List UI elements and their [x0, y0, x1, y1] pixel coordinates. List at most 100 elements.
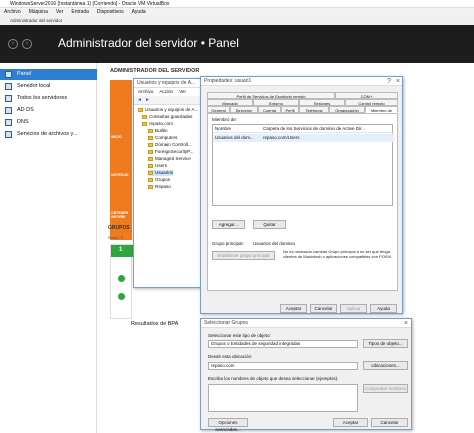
tab-miembro-de[interactable]: Miembro de	[365, 106, 398, 113]
sidebar-item-servidor-local[interactable]: Servidor local	[0, 81, 97, 92]
folder-icon	[148, 156, 153, 161]
primary-group-value: Usuarios del dominio	[253, 241, 296, 246]
set-primary-group-button[interactable]: Establecer grupo principal	[212, 251, 275, 260]
list-header: Nombre Carpeta de los Servicios de domin…	[213, 125, 394, 133]
tree-item[interactable]: Usuarios y equipos de A...	[138, 107, 198, 113]
sidebar-item-panel[interactable]: Panel	[0, 69, 97, 80]
member-of-label: Miembro de:	[212, 117, 238, 122]
quick-start-label: INICIO	[111, 135, 122, 139]
status-ok-icon	[118, 275, 125, 282]
tab-com[interactable]: COM+	[335, 92, 398, 99]
folder-icon	[148, 170, 153, 175]
tab-organizacion[interactable]: Organización	[329, 106, 365, 113]
dashboard-title: ADMINISTRADOR DEL SERVIDOR	[110, 68, 200, 74]
folder-icon	[148, 177, 153, 182]
tree-item[interactable]: Builtin	[148, 128, 168, 134]
groups-title: GRUPOS	[108, 225, 130, 231]
column-name[interactable]: Nombre	[215, 126, 231, 131]
dns-icon	[5, 119, 12, 126]
sidebar: Panel Servidor local Todos los servidore…	[0, 63, 97, 433]
dashboard-icon	[5, 71, 12, 78]
object-type-label: Seleccionar este tipo de objeto:	[208, 333, 271, 338]
back-icon[interactable]: ‹	[8, 39, 18, 49]
forward-arrow-icon[interactable]: ►	[145, 97, 150, 103]
virtualbox-title-bar: WindowsServer2016 (Instantánea 1) [Corri…	[0, 0, 474, 8]
ok-button[interactable]: Aceptar	[280, 304, 307, 313]
tab-control-remoto[interactable]: Control remoto	[345, 99, 398, 106]
close-icon[interactable]: ×	[404, 319, 408, 328]
add-button[interactable]: Agregar...	[212, 220, 245, 229]
help-icon[interactable]: ?	[387, 77, 391, 86]
vbox-menu-ver[interactable]: Ver	[55, 8, 65, 17]
tab-direccion[interactable]: Dirección	[230, 106, 258, 113]
tree-item[interactable]: Usuarios	[148, 170, 174, 176]
tree-item[interactable]: Users	[148, 163, 167, 169]
sidebar-item-label: DNS	[17, 119, 29, 125]
tree-item[interactable]: Computers	[148, 135, 177, 141]
tree-item[interactable]: Repaso	[148, 184, 171, 190]
vbox-menu-ayuda[interactable]: Ayuda	[131, 8, 147, 17]
domain-icon	[142, 121, 147, 126]
cancel-button[interactable]: Cancelar	[371, 418, 408, 427]
server-manager-window-title: Administrador del servidor	[10, 18, 63, 23]
object-names-input[interactable]	[208, 384, 358, 412]
aduc-menu-archivo[interactable]: Archivo	[138, 88, 153, 96]
tab-sesiones[interactable]: Sesiones	[299, 99, 345, 106]
folder-icon	[142, 114, 147, 119]
help-button[interactable]: Ayuda	[370, 304, 397, 313]
tree-item[interactable]: Managed Service	[148, 156, 191, 162]
tree-item[interactable]: Grupos	[148, 177, 170, 183]
tab-perfil-escritorio-remoto[interactable]: Perfil de Servicios de Escritorio remoto	[207, 92, 335, 99]
roles-count: Roles: 3	[108, 235, 123, 240]
quick-start-panel: INICIO NOVEDAD OBTENER INFORM	[110, 80, 132, 240]
tab-telefonos[interactable]: Teléfonos	[299, 106, 329, 113]
apply-button[interactable]: Aplicar	[340, 304, 367, 313]
folder-icon	[148, 149, 153, 154]
tree-item[interactable]: Consultas guardadas	[142, 114, 192, 120]
folder-icon	[148, 142, 153, 147]
remove-button[interactable]: Quitar	[253, 220, 286, 229]
member-list[interactable]: Nombre Carpeta de los Servicios de domin…	[212, 124, 394, 206]
sidebar-item-servicios-archivos[interactable]: Servicios de archivos y...	[0, 129, 97, 140]
back-arrow-icon[interactable]: ◄	[137, 97, 142, 103]
vbox-menu-archivo[interactable]: Archivo	[3, 8, 22, 17]
list-item[interactable]: Usuarios del dom... repaso.com/Users	[213, 134, 394, 142]
folder-icon	[148, 128, 153, 133]
select-groups-title: Seleccionar Grupos	[201, 319, 411, 328]
object-types-button[interactable]: Tipos de objeto...	[363, 339, 408, 348]
vbox-menu-entrada[interactable]: Entrada	[70, 8, 90, 17]
tree-item[interactable]: Domain Controll...	[148, 142, 192, 148]
role-tile[interactable]: 1	[110, 244, 133, 319]
aduc-menu-ver[interactable]: Ver	[179, 88, 186, 96]
ok-button[interactable]: Aceptar	[333, 418, 368, 427]
check-names-button[interactable]: Comprobar nombres	[363, 384, 408, 393]
forward-icon[interactable]: ›	[22, 39, 32, 49]
tab-cuenta[interactable]: Cuenta	[258, 106, 281, 113]
primary-group-note: No es necesario cambiar Grupo principal …	[283, 249, 393, 259]
advanced-options-button[interactable]: Opciones avanzadas...	[208, 418, 248, 432]
tab-marcado[interactable]: Marcado	[207, 99, 253, 106]
sidebar-item-ad-ds[interactable]: AD DS	[0, 105, 97, 116]
close-icon[interactable]: ×	[396, 77, 400, 86]
tile-count: 1	[119, 247, 123, 253]
locations-button[interactable]: Ubicaciones...	[363, 361, 408, 370]
sidebar-item-label: Todos los servidores	[17, 95, 68, 101]
sidebar-item-dns[interactable]: DNS	[0, 117, 97, 128]
tab-entorno[interactable]: Entorno	[253, 99, 299, 106]
sidebar-item-todos-servidores[interactable]: Todos los servidores	[0, 93, 97, 104]
tree-item[interactable]: repaso.com	[142, 121, 173, 127]
virtualbox-menu-bar: Archivo Máquina Ver Entrada Dispositivos…	[0, 8, 474, 17]
tree-item[interactable]: ForeignSecurityP...	[148, 149, 193, 155]
folder-icon	[148, 184, 153, 189]
vbox-menu-dispositivos[interactable]: Dispositivos	[96, 8, 125, 17]
vbox-menu-maquina[interactable]: Máquina	[28, 8, 49, 17]
tab-general[interactable]: General	[207, 106, 230, 113]
status-ok-icon	[118, 293, 125, 300]
folder-icon	[138, 107, 143, 112]
properties-dialog: Propiedades: usuari1 ? × Perfil de Servi…	[200, 76, 403, 314]
cancel-button[interactable]: Cancelar	[310, 304, 337, 313]
tab-perfil[interactable]: Perfil	[281, 106, 299, 113]
column-folder[interactable]: Carpeta de los Servicios de dominio de A…	[263, 126, 365, 131]
object-type-field: Grupos o Entidades de seguridad integrad…	[208, 340, 358, 348]
aduc-menu-accion[interactable]: Acción	[159, 88, 173, 96]
